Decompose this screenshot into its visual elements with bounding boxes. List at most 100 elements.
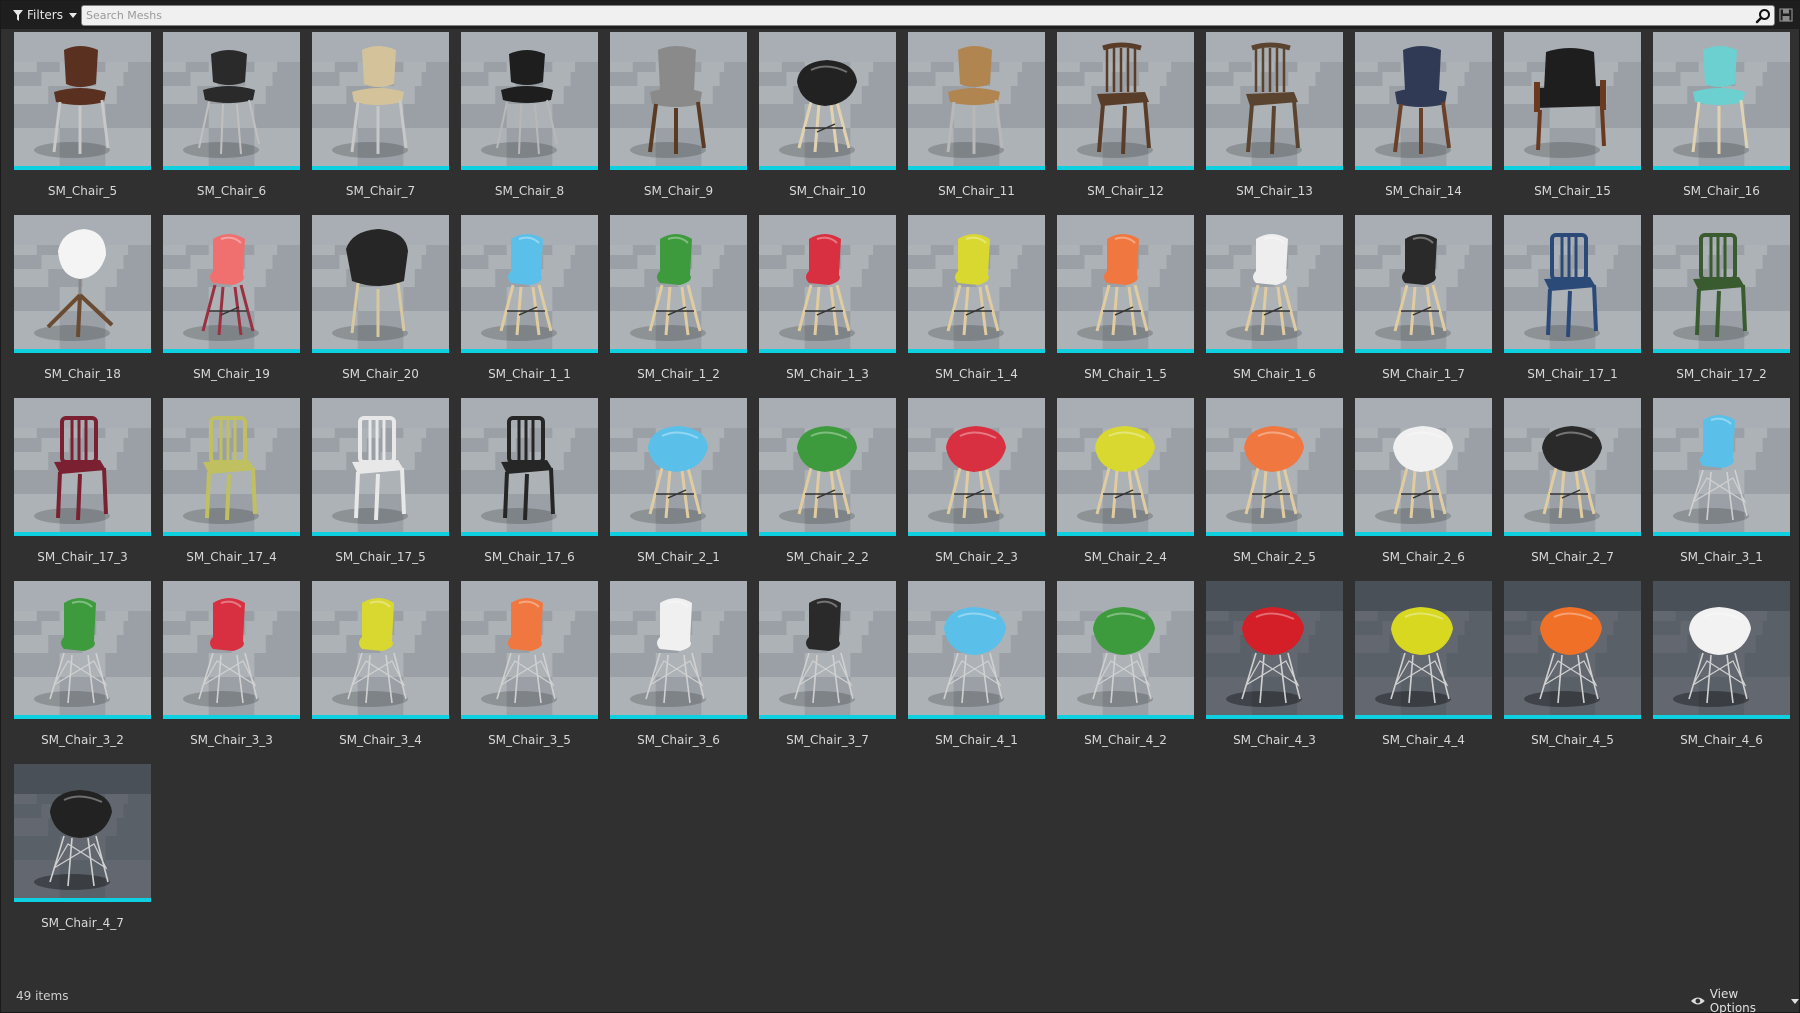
asset-thumbnail[interactable] (1504, 215, 1641, 353)
asset-thumbnail[interactable] (908, 215, 1045, 353)
asset-tile[interactable]: SM_Chair_2_3 (908, 398, 1045, 581)
asset-tile[interactable]: SM_Chair_19 (163, 215, 300, 398)
asset-thumbnail[interactable] (1653, 398, 1790, 536)
asset-thumbnail[interactable] (1653, 581, 1790, 719)
search-input[interactable] (82, 5, 1755, 26)
asset-tile[interactable]: SM_Chair_4_2 (1057, 581, 1194, 764)
filters-button[interactable]: Filters (1, 4, 83, 26)
asset-thumbnail[interactable] (1206, 398, 1343, 536)
asset-thumbnail[interactable] (163, 32, 300, 170)
asset-thumbnail[interactable] (1355, 581, 1492, 719)
asset-thumbnail[interactable] (14, 215, 151, 353)
asset-thumbnail[interactable] (1504, 32, 1641, 170)
asset-thumbnail[interactable] (312, 398, 449, 536)
asset-thumbnail[interactable] (461, 398, 598, 536)
asset-tile[interactable]: SM_Chair_1_6 (1206, 215, 1343, 398)
asset-tile[interactable]: SM_Chair_1_4 (908, 215, 1045, 398)
asset-tile[interactable]: SM_Chair_4_3 (1206, 581, 1343, 764)
asset-tile[interactable]: SM_Chair_17_1 (1504, 215, 1641, 398)
asset-tile[interactable]: SM_Chair_10 (759, 32, 896, 215)
asset-thumbnail[interactable] (163, 398, 300, 536)
asset-tile[interactable]: SM_Chair_4_1 (908, 581, 1045, 764)
asset-thumbnail[interactable] (163, 215, 300, 353)
asset-thumbnail[interactable] (1206, 215, 1343, 353)
asset-tile[interactable]: SM_Chair_17_6 (461, 398, 598, 581)
asset-tile[interactable]: SM_Chair_3_4 (312, 581, 449, 764)
asset-tile[interactable]: SM_Chair_2_7 (1504, 398, 1641, 581)
asset-tile[interactable]: SM_Chair_17_2 (1653, 215, 1790, 398)
asset-tile[interactable]: SM_Chair_3_2 (14, 581, 151, 764)
asset-thumbnail[interactable] (1057, 398, 1194, 536)
asset-thumbnail[interactable] (312, 32, 449, 170)
asset-thumbnail[interactable] (312, 215, 449, 353)
asset-tile[interactable]: SM_Chair_4_7 (14, 764, 151, 947)
asset-tile[interactable]: SM_Chair_3_6 (610, 581, 747, 764)
asset-tile[interactable]: SM_Chair_9 (610, 32, 747, 215)
asset-tile[interactable]: SM_Chair_17_3 (14, 398, 151, 581)
asset-tile[interactable]: SM_Chair_2_4 (1057, 398, 1194, 581)
asset-thumbnail[interactable] (908, 581, 1045, 719)
asset-thumbnail[interactable] (610, 32, 747, 170)
asset-tile[interactable]: SM_Chair_1_1 (461, 215, 598, 398)
asset-tile[interactable]: SM_Chair_1_3 (759, 215, 896, 398)
asset-thumbnail[interactable] (1057, 215, 1194, 353)
asset-thumbnail[interactable] (1355, 32, 1492, 170)
asset-thumbnail[interactable] (1206, 581, 1343, 719)
asset-thumbnail[interactable] (1355, 215, 1492, 353)
asset-thumbnail[interactable] (1504, 398, 1641, 536)
asset-thumbnail[interactable] (1206, 32, 1343, 170)
asset-tile[interactable]: SM_Chair_17_5 (312, 398, 449, 581)
asset-thumbnail[interactable] (610, 581, 747, 719)
asset-tile[interactable]: SM_Chair_1_7 (1355, 215, 1492, 398)
asset-tile[interactable]: SM_Chair_13 (1206, 32, 1343, 215)
asset-thumbnail[interactable] (163, 581, 300, 719)
asset-thumbnail[interactable] (14, 764, 151, 902)
search-icon[interactable] (1755, 8, 1771, 24)
asset-tile[interactable]: SM_Chair_12 (1057, 32, 1194, 215)
asset-tile[interactable]: SM_Chair_3_1 (1653, 398, 1790, 581)
asset-tile[interactable]: SM_Chair_11 (908, 32, 1045, 215)
asset-thumbnail[interactable] (759, 581, 896, 719)
asset-tile[interactable]: SM_Chair_8 (461, 32, 598, 215)
asset-thumbnail[interactable] (312, 581, 449, 719)
asset-tile[interactable]: SM_Chair_4_4 (1355, 581, 1492, 764)
asset-tile[interactable]: SM_Chair_18 (14, 215, 151, 398)
asset-tile[interactable]: SM_Chair_2_6 (1355, 398, 1492, 581)
asset-tile[interactable]: SM_Chair_2_2 (759, 398, 896, 581)
asset-tile[interactable]: SM_Chair_4_6 (1653, 581, 1790, 764)
asset-tile[interactable]: SM_Chair_6 (163, 32, 300, 215)
asset-thumbnail[interactable] (610, 215, 747, 353)
asset-thumbnail[interactable] (1355, 398, 1492, 536)
asset-tile[interactable]: SM_Chair_16 (1653, 32, 1790, 215)
asset-tile[interactable]: SM_Chair_1_2 (610, 215, 747, 398)
asset-thumbnail[interactable] (908, 398, 1045, 536)
search-box[interactable] (81, 5, 1775, 26)
asset-thumbnail[interactable] (1504, 581, 1641, 719)
asset-tile[interactable]: SM_Chair_14 (1355, 32, 1492, 215)
asset-tile[interactable]: SM_Chair_15 (1504, 32, 1641, 215)
view-options-button[interactable]: View Options (1690, 987, 1799, 1013)
asset-thumbnail[interactable] (908, 32, 1045, 170)
asset-tile[interactable]: SM_Chair_2_5 (1206, 398, 1343, 581)
asset-tile[interactable]: SM_Chair_3_7 (759, 581, 896, 764)
asset-thumbnail[interactable] (1057, 32, 1194, 170)
asset-thumbnail[interactable] (1653, 215, 1790, 353)
asset-tile[interactable]: SM_Chair_3_5 (461, 581, 598, 764)
asset-tile[interactable]: SM_Chair_2_1 (610, 398, 747, 581)
asset-thumbnail[interactable] (759, 215, 896, 353)
asset-thumbnail[interactable] (461, 32, 598, 170)
asset-thumbnail[interactable] (461, 581, 598, 719)
asset-thumbnail[interactable] (759, 32, 896, 170)
asset-tile[interactable]: SM_Chair_17_4 (163, 398, 300, 581)
asset-tile[interactable]: SM_Chair_4_5 (1504, 581, 1641, 764)
asset-thumbnail[interactable] (461, 215, 598, 353)
asset-tile[interactable]: SM_Chair_20 (312, 215, 449, 398)
asset-thumbnail[interactable] (1057, 581, 1194, 719)
asset-tile[interactable]: SM_Chair_3_3 (163, 581, 300, 764)
asset-thumbnail[interactable] (610, 398, 747, 536)
asset-thumbnail[interactable] (14, 581, 151, 719)
asset-thumbnail[interactable] (14, 32, 151, 170)
asset-thumbnail[interactable] (1653, 32, 1790, 170)
asset-tile[interactable]: SM_Chair_1_5 (1057, 215, 1194, 398)
asset-thumbnail[interactable] (14, 398, 151, 536)
